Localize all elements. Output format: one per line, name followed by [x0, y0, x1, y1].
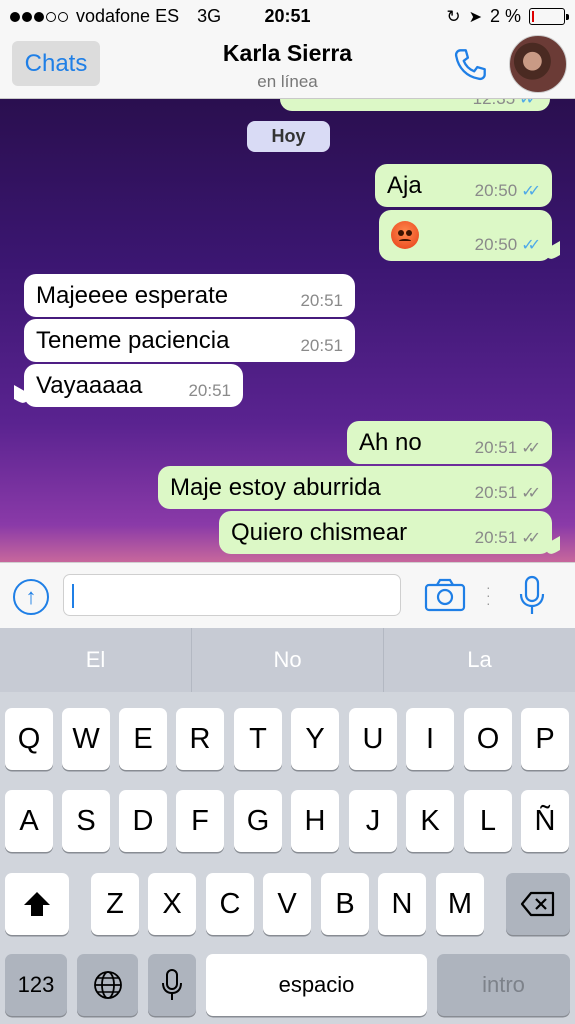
- key[interactable]: J: [349, 790, 397, 852]
- key[interactable]: Ñ: [521, 790, 569, 852]
- date-badge: Hoy: [247, 121, 330, 152]
- suggestion-item[interactable]: El: [0, 628, 191, 692]
- message-time: 20:51: [474, 528, 518, 547]
- microphone-icon: [162, 969, 182, 1000]
- globe-key[interactable]: [77, 954, 138, 1016]
- key[interactable]: D: [119, 790, 167, 852]
- key[interactable]: L: [464, 790, 512, 852]
- chat-area[interactable]: 12:35✓✓ Hoy Aja 20:50✓✓ 20:50✓✓ Majeeee …: [0, 99, 575, 562]
- key[interactable]: N: [378, 873, 426, 935]
- message-text: Quiero chismear: [231, 519, 408, 546]
- message-text: Aja: [387, 172, 422, 199]
- key[interactable]: T: [234, 708, 282, 770]
- key[interactable]: I: [406, 708, 454, 770]
- arrow-up-icon: ↑: [25, 584, 37, 609]
- numbers-key[interactable]: 123: [5, 954, 67, 1016]
- contact-avatar[interactable]: [509, 35, 567, 93]
- message-time: 12:35: [473, 99, 516, 109]
- key[interactable]: E: [119, 708, 167, 770]
- message-text: Vayaaaaa: [36, 372, 143, 399]
- message-composer: ↑ · · ·: [0, 562, 575, 628]
- read-ticks-icon: ✓✓: [521, 237, 541, 254]
- key[interactable]: A: [5, 790, 53, 852]
- angry-face-icon: [391, 221, 419, 249]
- message-bubble[interactable]: Quiero chismear 20:51 ✓✓: [219, 511, 552, 554]
- message-bubble[interactable]: Majeeee esperate 20:51: [24, 274, 355, 317]
- shift-arrow-icon: [24, 892, 50, 916]
- message-bubble-partial[interactable]: 12:35✓✓: [280, 99, 550, 111]
- space-key[interactable]: espacio: [206, 954, 427, 1016]
- backspace-icon: [520, 891, 555, 917]
- key[interactable]: Q: [5, 708, 53, 770]
- shift-key[interactable]: [5, 873, 69, 935]
- rotation-lock-icon: ↻: [446, 6, 461, 26]
- suggestion-item[interactable]: La: [383, 628, 575, 692]
- key[interactable]: V: [263, 873, 311, 935]
- message-text: Maje estoy aburrida: [170, 474, 381, 501]
- message-bubble[interactable]: Ah no 20:51 ✓✓: [347, 421, 552, 464]
- key[interactable]: C: [206, 873, 254, 935]
- dictation-key[interactable]: [148, 954, 196, 1016]
- battery-icon: [529, 8, 569, 25]
- battery-percent: 2 %: [489, 6, 521, 26]
- suggestion-item[interactable]: No: [191, 628, 383, 692]
- key[interactable]: O: [464, 708, 512, 770]
- message-time: 20:51: [188, 381, 231, 400]
- message-bubble[interactable]: Teneme paciencia 20:51: [24, 319, 355, 362]
- message-bubble[interactable]: 20:50 ✓✓: [379, 210, 552, 261]
- key[interactable]: X: [148, 873, 196, 935]
- globe-icon: [93, 971, 122, 999]
- message-time: 20:51: [474, 438, 518, 457]
- read-ticks-icon: ✓✓: [519, 99, 539, 108]
- location-icon: ➤: [468, 8, 482, 26]
- key[interactable]: Z: [91, 873, 139, 935]
- message-text: Teneme paciencia: [36, 327, 230, 354]
- key[interactable]: R: [176, 708, 224, 770]
- key[interactable]: G: [234, 790, 282, 852]
- key[interactable]: Y: [291, 708, 339, 770]
- return-key[interactable]: intro: [437, 954, 570, 1016]
- status-bar: vodafone ES 3G 20:51 ↻ ➤ 2 %: [0, 0, 575, 34]
- key[interactable]: K: [406, 790, 454, 852]
- camera-icon[interactable]: [424, 577, 466, 613]
- microphone-icon[interactable]: [516, 575, 548, 617]
- message-time: 20:51: [474, 483, 518, 502]
- key[interactable]: P: [521, 708, 569, 770]
- key[interactable]: U: [349, 708, 397, 770]
- message-time: 20:50: [474, 181, 518, 200]
- message-input[interactable]: [63, 574, 401, 616]
- predictive-suggestions: El No La: [0, 628, 575, 692]
- key[interactable]: B: [321, 873, 369, 935]
- backspace-key[interactable]: [506, 873, 570, 935]
- chat-header: Chats Karla Sierra en línea: [0, 34, 575, 99]
- message-bubble[interactable]: Vayaaaaa 20:51: [24, 364, 243, 407]
- message-bubble[interactable]: Maje estoy aburrida 20:51 ✓✓: [158, 466, 552, 509]
- key[interactable]: H: [291, 790, 339, 852]
- delivered-ticks-icon: ✓✓: [521, 530, 541, 547]
- key[interactable]: F: [176, 790, 224, 852]
- phone-call-icon[interactable]: [449, 44, 491, 86]
- divider-dots: · · ·: [486, 579, 491, 611]
- message-text: Ah no: [359, 429, 422, 456]
- key[interactable]: W: [62, 708, 110, 770]
- read-ticks-icon: ✓✓: [521, 183, 541, 200]
- message-time: 20:51: [300, 291, 343, 310]
- message-time: 20:51: [300, 336, 343, 355]
- text-caret: [72, 584, 74, 608]
- message-text: Majeeee esperate: [36, 282, 229, 309]
- delivered-ticks-icon: ✓✓: [521, 485, 541, 502]
- key[interactable]: M: [436, 873, 484, 935]
- attach-button[interactable]: ↑: [13, 579, 49, 615]
- keyboard: Q W E R T Y U I O P A S D F G H J K L Ñ …: [0, 692, 575, 1024]
- delivered-ticks-icon: ✓✓: [521, 440, 541, 457]
- key[interactable]: S: [62, 790, 110, 852]
- message-bubble[interactable]: Aja 20:50 ✓✓: [375, 164, 552, 207]
- message-time: 20:50: [474, 235, 518, 254]
